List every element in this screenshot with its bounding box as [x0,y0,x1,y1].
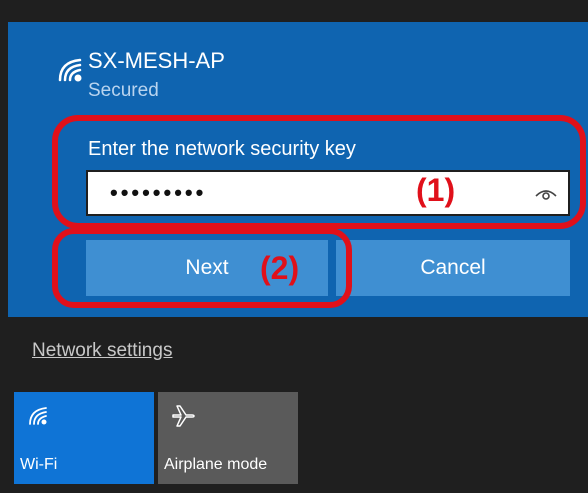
annotation-box-2 [52,228,352,308]
wifi-icon [58,58,82,82]
airplane-icon [172,405,195,427]
wifi-tile[interactable]: Wi-Fi [14,392,154,484]
airplane-tile-label: Airplane mode [164,456,268,473]
cancel-button[interactable]: Cancel [336,240,570,296]
annotation-label-2: (2) [260,250,300,286]
wifi-tile-label: Wi-Fi [20,456,58,473]
annotation-label-1: (1) [416,172,456,208]
wifi-icon [29,407,47,425]
annotation-box-1 [52,115,586,229]
top-bar [0,0,588,22]
network-name: SX-MESH-AP [88,48,225,73]
airplane-mode-tile[interactable]: Airplane mode [158,392,298,484]
network-status: Secured [88,80,159,101]
network-settings-link[interactable]: Network settings [32,340,172,362]
